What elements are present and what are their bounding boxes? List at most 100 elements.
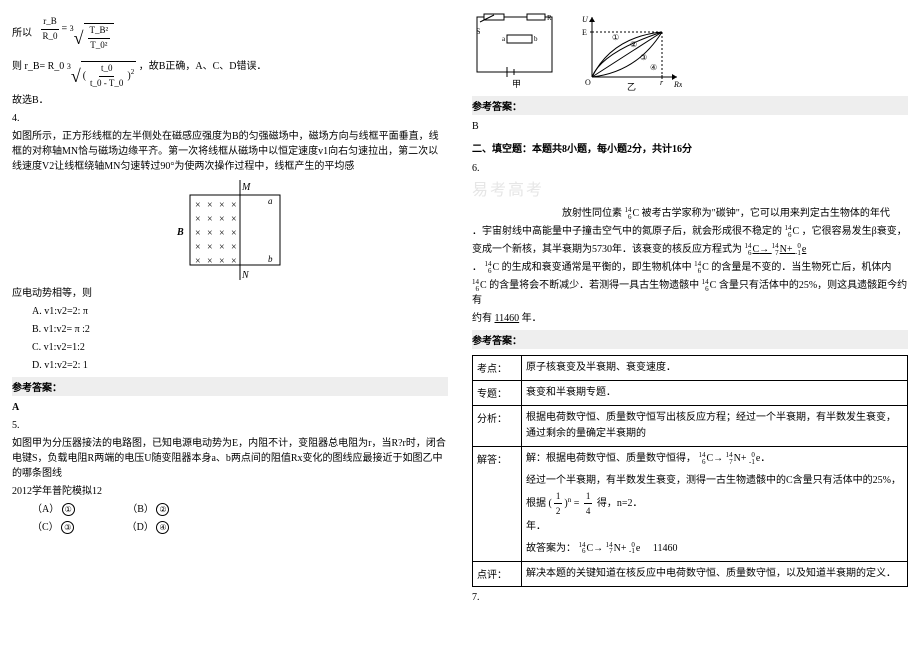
svg-text:×: × <box>231 200 237 211</box>
answer-label-2: 参考答案： <box>472 96 908 115</box>
row-kaodian-label: 考点： <box>473 356 522 380</box>
watermark: 易考高考 <box>472 179 908 203</box>
formula-1: r_B R_0 = 3 √ T_B² T_0² <box>37 13 117 54</box>
svg-text:甲: 甲 <box>512 79 521 89</box>
svg-text:×: × <box>207 200 213 211</box>
q6-blank: 11460 <box>495 313 520 324</box>
row-zhuanti-label: 专题： <box>473 381 522 405</box>
svg-text:①: ① <box>612 33 619 42</box>
answer-label: 参考答案： <box>12 377 448 396</box>
answer-label-3: 参考答案： <box>472 330 908 349</box>
svg-text:×: × <box>195 200 201 211</box>
q4-option-a: A. v1:v2=2: π <box>12 304 448 319</box>
q6-line-5: 146C 的含量将会不断减少．若测得一具古生物遗骸中 146C 含量只有活体中的… <box>472 278 908 308</box>
svg-text:R: R <box>547 14 552 22</box>
jd-line-3: 年． <box>526 519 903 535</box>
svg-text:×: × <box>195 214 201 225</box>
svg-text:③: ③ <box>640 53 647 62</box>
formula-row-2: 则 r_B= R_0 3 √ ( t_0 t_0 - T_0 )2 ，故B正确，… <box>12 59 448 90</box>
q4-text-2: 应电动势相等，则 <box>12 286 448 301</box>
q4-option-b: B. v1:v2= π :2 <box>12 322 448 337</box>
circled-1: ① <box>62 503 75 516</box>
q6-line-4: ． 146C 的生成和衰变通常是平衡的，即生物机体中 146C 的含量是不变的．… <box>472 260 908 275</box>
right-column: S ab R 甲 U Rx O r E <box>460 0 920 651</box>
svg-text:a: a <box>502 35 506 43</box>
q6-line-1: 放射性同位素 146C 被考古学家称为"碳钟"，它可以用来判定古生物体的年代 <box>472 206 908 221</box>
figure-label-M: M <box>241 182 251 193</box>
svg-text:×: × <box>219 242 225 253</box>
q4-number: 4. <box>12 111 448 126</box>
label-suoyi: 所以 <box>12 28 32 39</box>
q7-number: 7. <box>472 590 908 605</box>
svg-text:×: × <box>231 214 237 225</box>
figure-label-N: N <box>241 270 250 280</box>
formula-2-base: R_0 <box>48 61 65 72</box>
row-dianping-text: 解决本题的关键知道在核反应中电荷数守恒、质量数守恒，以及知道半衰期的定义． <box>522 562 907 586</box>
q6-line-6: 约有 11460 年． <box>472 311 908 326</box>
q6-number: 6. <box>472 161 908 176</box>
row-dianping-label: 点评： <box>473 562 522 586</box>
row-jieda-label: 解答： <box>473 447 522 561</box>
solution-table: 考点： 原子核衰变及半衰期、衰变速度． 专题： 衰变和半衰期专题． 分析： 根据… <box>472 355 908 587</box>
svg-text:×: × <box>207 256 213 267</box>
label-ze: 则 <box>12 61 22 72</box>
row-kaodian-text: 原子核衰变及半衰期、衰变速度． <box>522 356 907 380</box>
q6-line-3: 变成一个新核，其半衰期为5730年．该衰变的核反应方程式为 146C→ 147N… <box>472 242 908 257</box>
formula-2-lhs: r_B= <box>25 61 46 72</box>
q4-option-d: D. v1:v2=2: 1 <box>12 358 448 373</box>
figure-label-b: b <box>268 254 273 264</box>
formula-2-tail: ，故B正确，A、C、D错误． <box>139 61 267 72</box>
q5-number: 5. <box>12 418 448 433</box>
svg-text:S: S <box>476 27 480 36</box>
svg-text:×: × <box>219 256 225 267</box>
q4-answer: A <box>12 400 448 415</box>
q5-options-row2: （C） ③ （D） ④ <box>12 520 448 535</box>
svg-text:b: b <box>534 35 538 43</box>
circled-3: ③ <box>61 521 74 534</box>
q4-figure: × × × × × × × × × × × × × × × × × × × × M N B a b <box>170 180 290 280</box>
svg-text:×: × <box>207 242 213 253</box>
graph-diagram-yi: U Rx O r E ① ② ③ ④ 乙 <box>582 12 672 92</box>
svg-text:×: × <box>231 242 237 253</box>
svg-text:×: × <box>219 214 225 225</box>
row-zhuanti-text: 衰变和半衰期专题． <box>522 381 907 405</box>
svg-text:E: E <box>582 28 587 37</box>
formula-row-1: 所以 r_B R_0 = 3 √ T_B² T_0² <box>12 11 448 56</box>
figure-label-B: B <box>176 227 184 238</box>
q4-option-c: C. v1:v2=1:2 <box>12 340 448 355</box>
svg-text:乙: 乙 <box>627 82 636 92</box>
svg-text:×: × <box>219 228 225 239</box>
svg-text:×: × <box>231 228 237 239</box>
svg-text:×: × <box>207 214 213 225</box>
q4-text-1: 如图所示，正方形线框的左半侧处在磁感应强度为B的匀强磁场中，磁场方向与线框平面垂… <box>12 129 448 174</box>
svg-text:×: × <box>195 242 201 253</box>
conclusion-b: 故选B． <box>12 93 448 108</box>
jd-line-4: 故答案为： 146C→ 147N+ 0-1e 11460 <box>526 541 903 557</box>
svg-text:×: × <box>207 228 213 239</box>
row-jieda-text: 解：根据电荷数守恒、质量数守恒得， 146C→ 147N+ 0-1e． 经过一个… <box>522 447 907 561</box>
q5-figures: S ab R 甲 U Rx O r E <box>472 12 908 92</box>
figure-label-a: a <box>268 196 273 206</box>
q5-source: 2012学年普陀模拟12 <box>12 484 448 499</box>
row-fenxi-text: 根据电荷数守恒、质量数守恒写出核反应方程；经过一个半衰期，有半数发生衰变，通过剩… <box>522 406 907 446</box>
row-fenxi-label: 分析： <box>473 406 522 446</box>
q5-options-row1: （A） ① （B） ② <box>12 502 448 517</box>
svg-text:②: ② <box>630 40 637 49</box>
circuit-diagram-jia: S a b R 甲 <box>472 12 562 92</box>
q5-text: 如图甲为分压器接法的电路图，已知电源电动势为E，内阻不计，变阻器总电阻为r，当R… <box>12 436 448 481</box>
jd-line-1: 解：根据电荷数守恒、质量数守恒得， 146C→ 147N+ 0-1e． <box>526 451 903 467</box>
svg-text:×: × <box>219 200 225 211</box>
q5-answer: B <box>472 119 908 134</box>
jd-line-2: 经过一个半衰期，有半数发生衰变，测得一古生物遗骸中的C含量只有活体中的25%，根… <box>526 473 903 519</box>
svg-text:O: O <box>585 78 591 87</box>
section-2-heading: 二、填空题：本题共8小题，每小题2分，共计16分 <box>472 140 908 155</box>
svg-text:r: r <box>660 78 664 87</box>
svg-text:×: × <box>231 256 237 267</box>
svg-text:④: ④ <box>650 63 657 72</box>
left-column: 所以 r_B R_0 = 3 √ T_B² T_0² 则 r_B= R_0 <box>0 0 460 651</box>
svg-text:×: × <box>195 256 201 267</box>
circled-2: ② <box>156 503 169 516</box>
circled-4: ④ <box>156 521 169 534</box>
svg-text:Rx: Rx <box>673 80 682 89</box>
svg-text:×: × <box>195 228 201 239</box>
